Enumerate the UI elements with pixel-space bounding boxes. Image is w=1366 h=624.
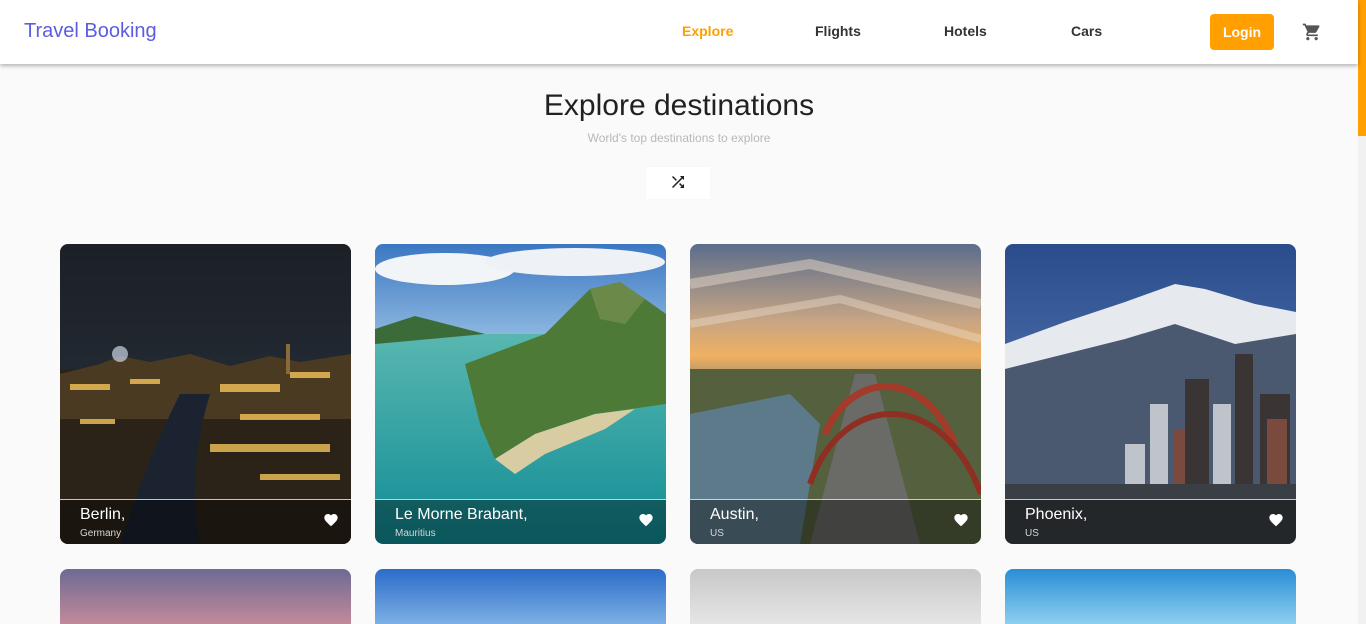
card-caption: Austin, US	[690, 499, 981, 544]
heart-icon[interactable]	[638, 512, 654, 528]
card-caption: Berlin, Germany	[60, 499, 351, 544]
nav-hotels[interactable]: Hotels	[944, 23, 987, 39]
destination-card-row2-2[interactable]	[375, 569, 666, 624]
destination-card-le-morne-brabant[interactable]: Le Morne Brabant, Mauritius	[375, 244, 666, 544]
brand-title[interactable]: Travel Booking	[24, 20, 157, 43]
scrollbar-thumb[interactable]	[1358, 0, 1366, 136]
shuffle-button[interactable]	[646, 167, 710, 199]
cart-icon[interactable]	[1302, 22, 1322, 42]
card-caption: Phoenix, US	[1005, 499, 1296, 544]
top-toolbar: Travel Booking Explore Flights Hotels Ca…	[0, 0, 1358, 64]
destination-card-row2-4[interactable]	[1005, 569, 1296, 624]
nav-cars[interactable]: Cars	[1071, 23, 1102, 39]
heart-icon[interactable]	[323, 512, 339, 528]
page-scrollbar[interactable]	[1358, 0, 1366, 624]
destination-card-berlin[interactable]: Berlin, Germany	[60, 244, 351, 544]
card-city: Austin,	[710, 506, 759, 523]
card-city: Berlin,	[80, 506, 126, 523]
destination-card-row2-3[interactable]	[690, 569, 981, 624]
card-country: Germany	[80, 528, 122, 539]
heart-icon[interactable]	[1268, 512, 1284, 528]
page-title: Explore destinations	[543, 89, 815, 122]
card-city: Le Morne Brabant,	[395, 506, 528, 523]
page-subtitle: World's top destinations to explore	[587, 131, 771, 145]
heart-icon[interactable]	[953, 512, 969, 528]
login-button[interactable]: Login	[1210, 14, 1274, 50]
card-country: US	[1025, 528, 1039, 539]
destination-card-row2-1[interactable]	[60, 569, 351, 624]
card-country: Mauritius	[395, 528, 436, 539]
card-caption: Le Morne Brabant, Mauritius	[375, 499, 666, 544]
card-city: Phoenix,	[1025, 506, 1088, 523]
destination-card-phoenix[interactable]: Phoenix, US	[1005, 244, 1296, 544]
nav-flights[interactable]: Flights	[815, 23, 861, 39]
destination-card-austin[interactable]: Austin, US	[690, 244, 981, 544]
card-country: US	[710, 528, 724, 539]
nav-explore[interactable]: Explore	[682, 23, 733, 39]
shuffle-icon	[669, 173, 687, 194]
